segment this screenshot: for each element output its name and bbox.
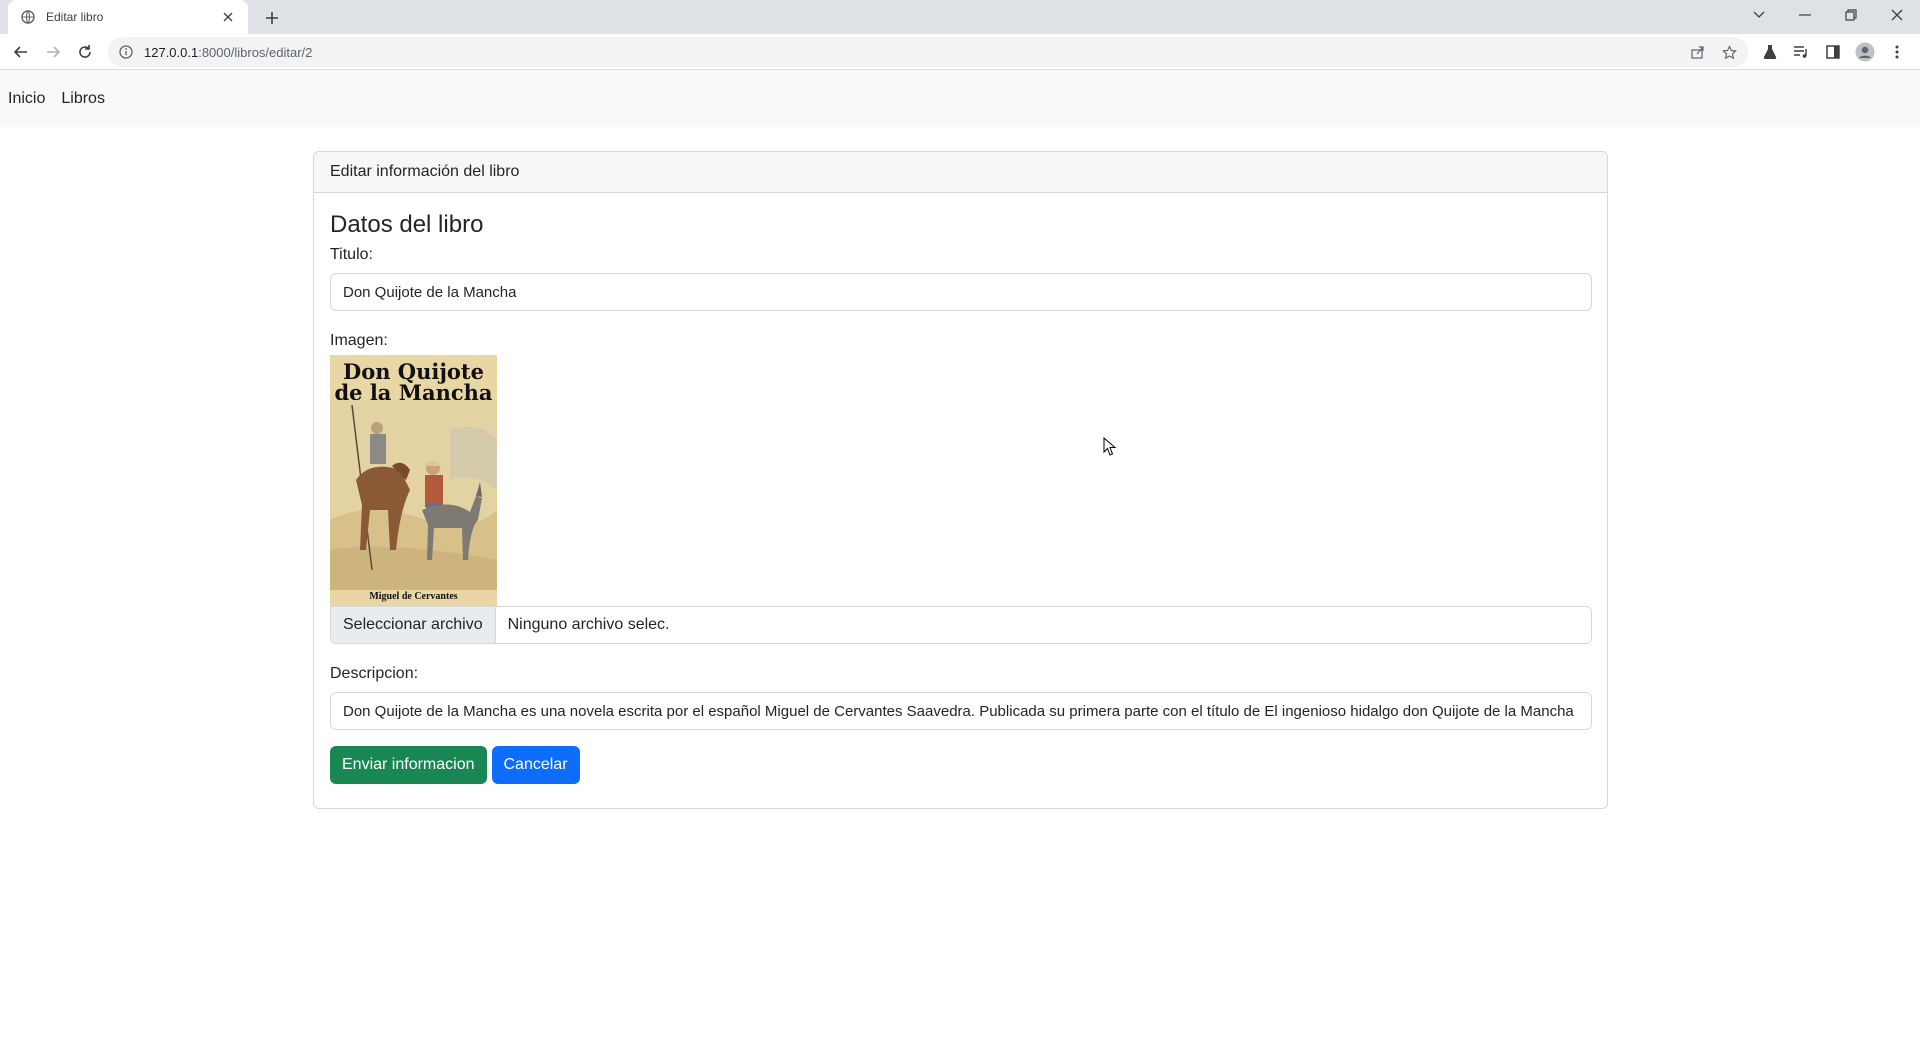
nav-link-inicio[interactable]: Inicio — [8, 90, 45, 108]
cover-author: Miguel de Cervantes — [369, 591, 458, 602]
address-bar[interactable]: 127.0.0.1:8000/libros/editar/2 — [108, 37, 1748, 67]
forward-icon[interactable] — [40, 39, 66, 65]
imagen-file-input[interactable]: Seleccionar archivo Ninguno archivo sele… — [330, 606, 1592, 644]
descripcion-label: Descripcion: — [330, 665, 419, 682]
plus-icon[interactable] — [260, 6, 284, 30]
titulo-label: Titulo: — [330, 246, 373, 263]
imagen-label: Imagen: — [330, 332, 388, 349]
cancel-button[interactable]: Cancelar — [491, 746, 580, 784]
share-icon[interactable] — [1687, 41, 1709, 63]
profile-icon[interactable] — [1852, 39, 1878, 65]
book-cover-image: Don Quijote de la Mancha Miguel de Cerva… — [330, 355, 497, 606]
menu-icon[interactable] — [1884, 39, 1910, 65]
section-title: Datos del libro — [330, 211, 484, 238]
titulo-input[interactable]: Don Quijote de la Mancha — [330, 273, 1592, 311]
globe-icon — [20, 9, 36, 25]
close-icon[interactable] — [218, 7, 238, 27]
minimize-icon[interactable] — [1782, 0, 1828, 30]
tab-strip: Editar libro — [0, 0, 1920, 34]
site-navbar: Inicio Libros — [0, 70, 1920, 127]
tab-title: Editar libro — [46, 10, 104, 24]
restore-icon[interactable] — [1828, 0, 1874, 30]
sidepanel-icon[interactable] — [1820, 39, 1846, 65]
url-path: :8000/libros/editar/2 — [198, 44, 313, 60]
chevron-down-icon[interactable] — [1736, 0, 1782, 30]
url-text: 127.0.0.1:8000/libros/editar/2 — [144, 45, 312, 60]
cover-illustration — [330, 400, 497, 590]
form-actions: Enviar informacion Cancelar — [330, 746, 1591, 784]
url-host: 127.0.0.1 — [144, 44, 199, 60]
submit-button[interactable]: Enviar informacion — [330, 746, 487, 784]
edit-book-card: Editar información del libro Datos del l… — [313, 151, 1608, 809]
descripcion-input[interactable]: Don Quijote de la Mancha es una novela e… — [330, 692, 1592, 730]
info-icon[interactable] — [118, 44, 134, 60]
file-status-text: Ninguno archivo selec. — [507, 616, 670, 633]
extension-icon[interactable] — [1757, 39, 1783, 65]
mouse-pointer-icon — [1103, 437, 1117, 456]
card-body: Datos del libro Titulo: Don Quijote de l… — [314, 193, 1607, 800]
browser-tab[interactable]: Editar libro — [8, 0, 248, 34]
back-icon[interactable] — [8, 39, 34, 65]
star-icon[interactable] — [1718, 41, 1740, 63]
reload-icon[interactable] — [72, 39, 98, 65]
browser-toolbar: 127.0.0.1:8000/libros/editar/2 — [0, 34, 1920, 70]
cover-title: Don Quijote de la Mancha — [330, 361, 497, 403]
nav-link-libros[interactable]: Libros — [61, 90, 105, 108]
select-file-button[interactable]: Seleccionar archivo — [331, 607, 496, 643]
card-header: Editar información del libro — [314, 152, 1607, 193]
media-icon[interactable] — [1788, 39, 1814, 65]
window-close-icon[interactable] — [1874, 0, 1920, 30]
